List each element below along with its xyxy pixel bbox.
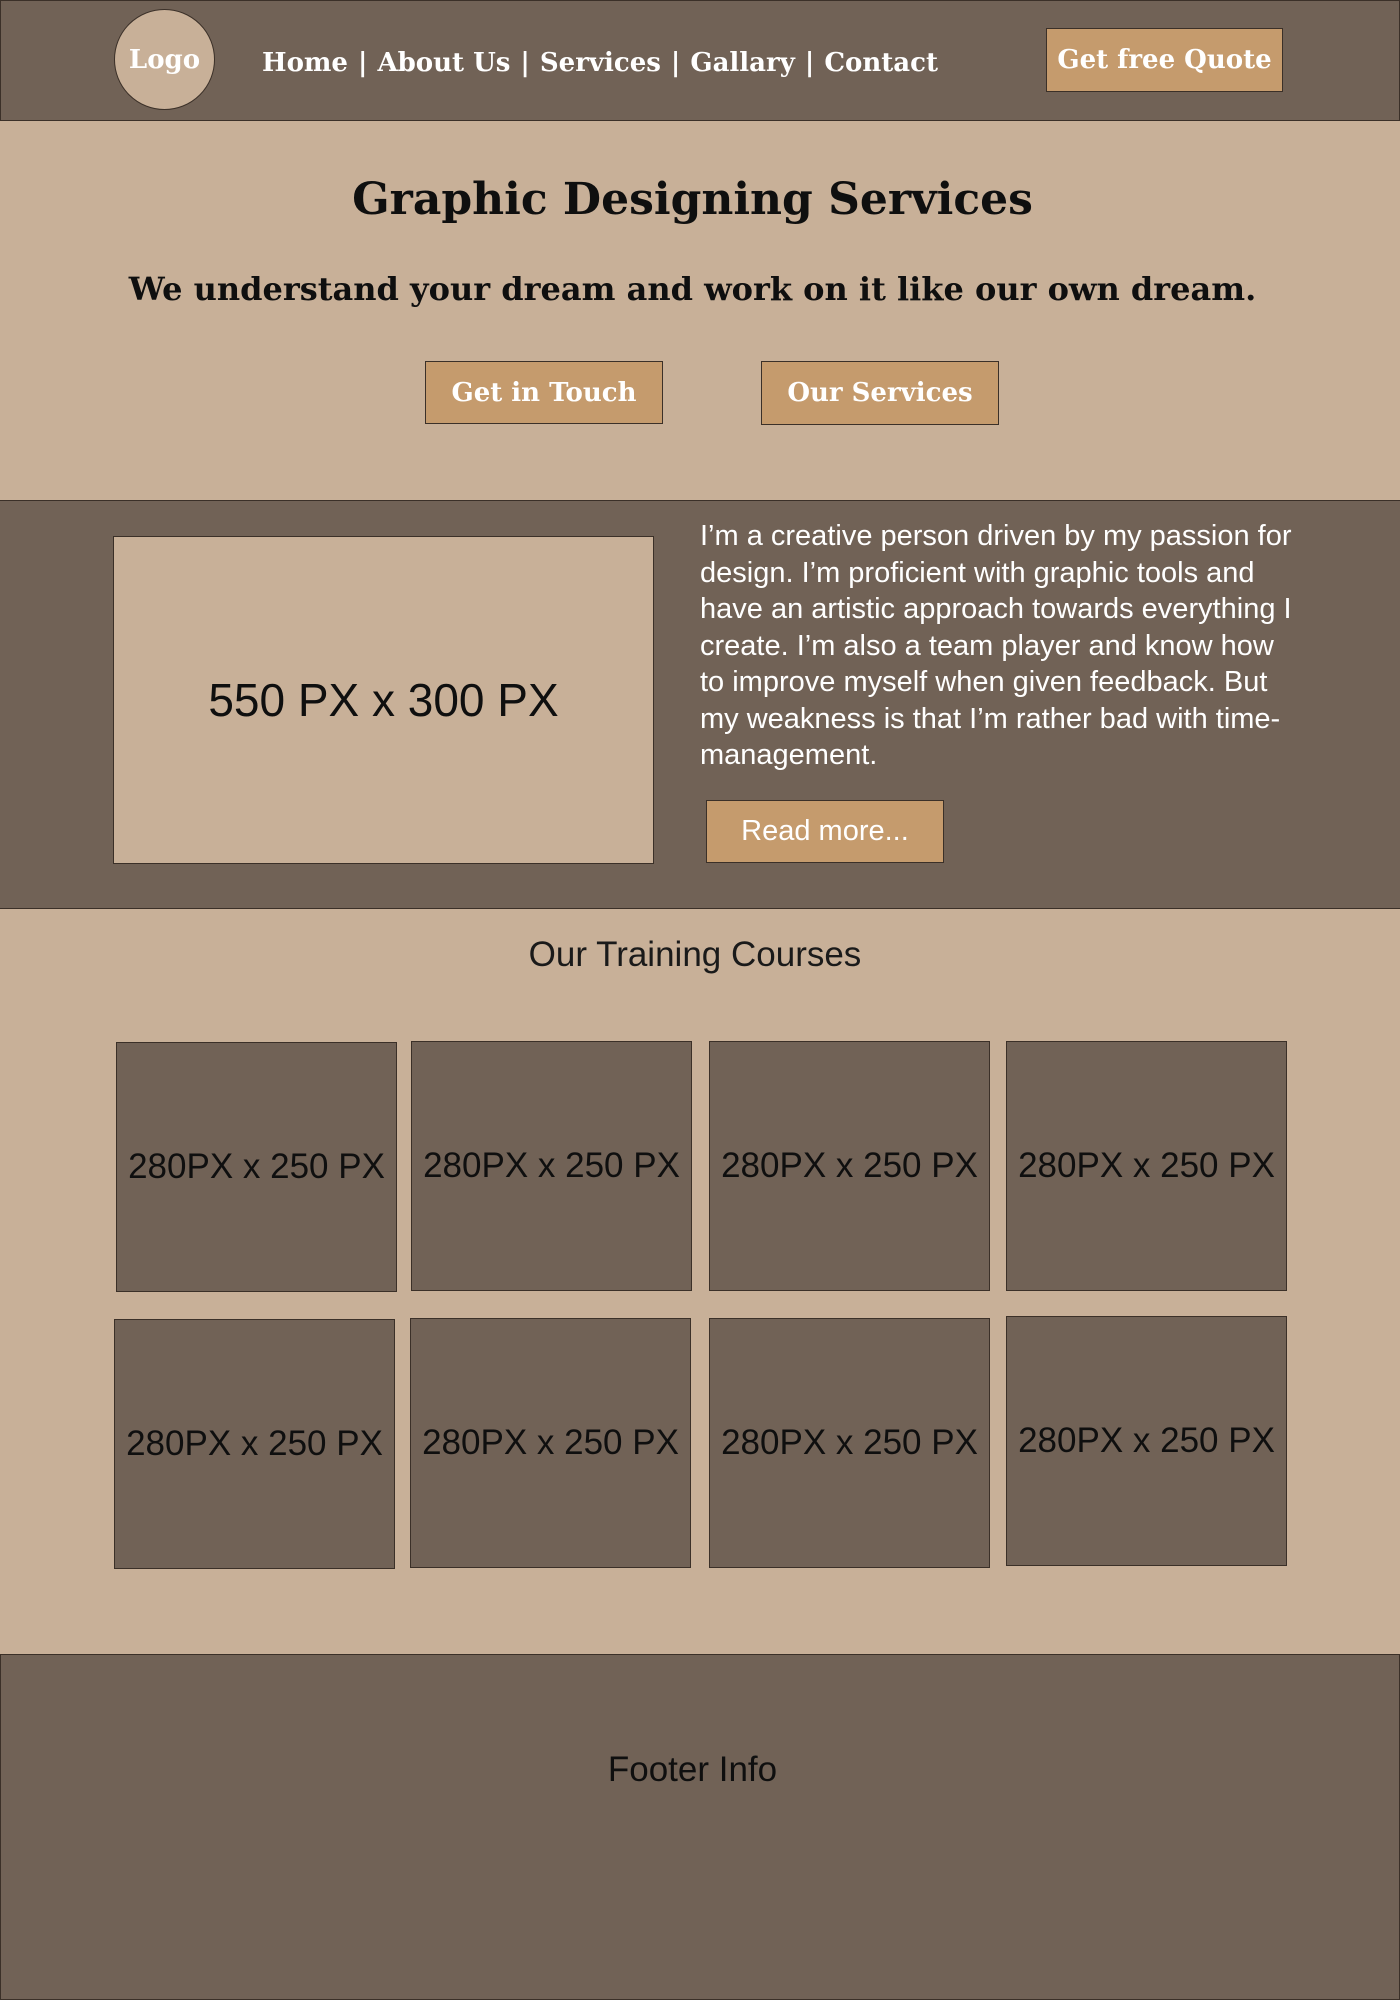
course-card-label: 280PX x 250 PX [422, 1423, 679, 1462]
nav-about-link[interactable]: About Us [377, 48, 510, 78]
course-card[interactable]: 280PX x 250 PX [1006, 1316, 1287, 1566]
nav-separator: | [357, 48, 368, 78]
nav-home-link[interactable]: Home [262, 48, 348, 78]
course-card[interactable]: 280PX x 250 PX [114, 1319, 395, 1569]
course-card-label: 280PX x 250 PX [721, 1146, 978, 1185]
nav-separator: | [520, 48, 530, 78]
nav-gallery-link[interactable]: Gallary [690, 48, 794, 78]
courses-title: Our Training Courses [528, 935, 862, 974]
nav-services-link[interactable]: Services [540, 48, 661, 78]
course-card[interactable]: 280PX x 250 PX [410, 1318, 691, 1568]
nav-separator: | [804, 48, 815, 78]
nav-contact-link[interactable]: Contact [824, 48, 938, 78]
read-more-button[interactable]: Read more... [706, 800, 944, 863]
footer-info: Footer Info [607, 1750, 778, 1789]
course-card[interactable]: 280PX x 250 PX [1006, 1041, 1287, 1291]
site-footer [0, 1654, 1400, 2000]
read-more-label: Read more... [741, 815, 909, 847]
course-card-label: 280PX x 250 PX [1018, 1146, 1275, 1185]
get-in-touch-label: Get in Touch [451, 377, 637, 408]
logo[interactable]: Logo [114, 9, 215, 110]
course-card-label: 280PX x 250 PX [128, 1147, 385, 1186]
about-image-label: 550 PX x 300 PX [208, 674, 559, 726]
course-card[interactable]: 280PX x 250 PX [709, 1318, 990, 1568]
course-card-label: 280PX x 250 PX [126, 1424, 383, 1463]
course-card[interactable]: 280PX x 250 PX [116, 1042, 397, 1292]
get-free-quote-label: Get free Quote [1057, 45, 1272, 75]
our-services-button[interactable]: Our Services [761, 361, 999, 425]
logo-label: Logo [128, 44, 201, 75]
about-description: I’m a creative person driven by my passi… [700, 520, 1292, 771]
about-image-placeholder: 550 PX x 300 PX [113, 536, 654, 864]
course-card[interactable]: 280PX x 250 PX [709, 1041, 990, 1291]
our-services-label: Our Services [787, 378, 973, 408]
hero-subtitle: We understand your dream and work on it … [128, 270, 1257, 308]
course-card[interactable]: 280PX x 250 PX [411, 1041, 692, 1291]
main-nav: Home | About Us | Services | Gallary | C… [262, 38, 938, 88]
get-free-quote-button[interactable]: Get free Quote [1046, 28, 1283, 92]
course-card-label: 280PX x 250 PX [423, 1146, 680, 1185]
get-in-touch-button[interactable]: Get in Touch [425, 361, 663, 424]
nav-separator: | [670, 48, 681, 78]
hero-title: Graphic Designing Services [352, 174, 1033, 225]
course-card-label: 280PX x 250 PX [1018, 1421, 1275, 1460]
course-card-label: 280PX x 250 PX [721, 1423, 978, 1462]
